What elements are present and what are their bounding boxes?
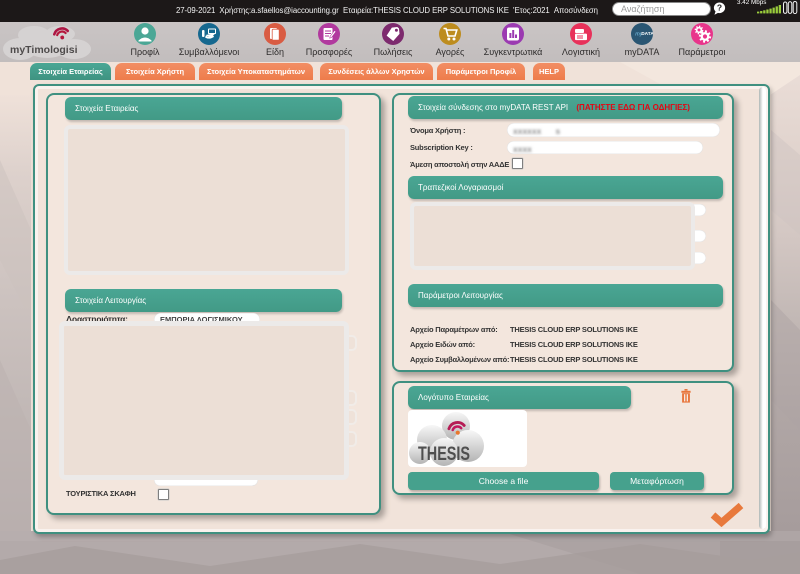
svg-text:myTimologisi: myTimologisi [10, 44, 78, 56]
svg-text:DATA: DATA [641, 31, 653, 37]
svg-text:?: ? [717, 3, 722, 13]
svg-text:THESIS: THESIS [418, 444, 470, 465]
